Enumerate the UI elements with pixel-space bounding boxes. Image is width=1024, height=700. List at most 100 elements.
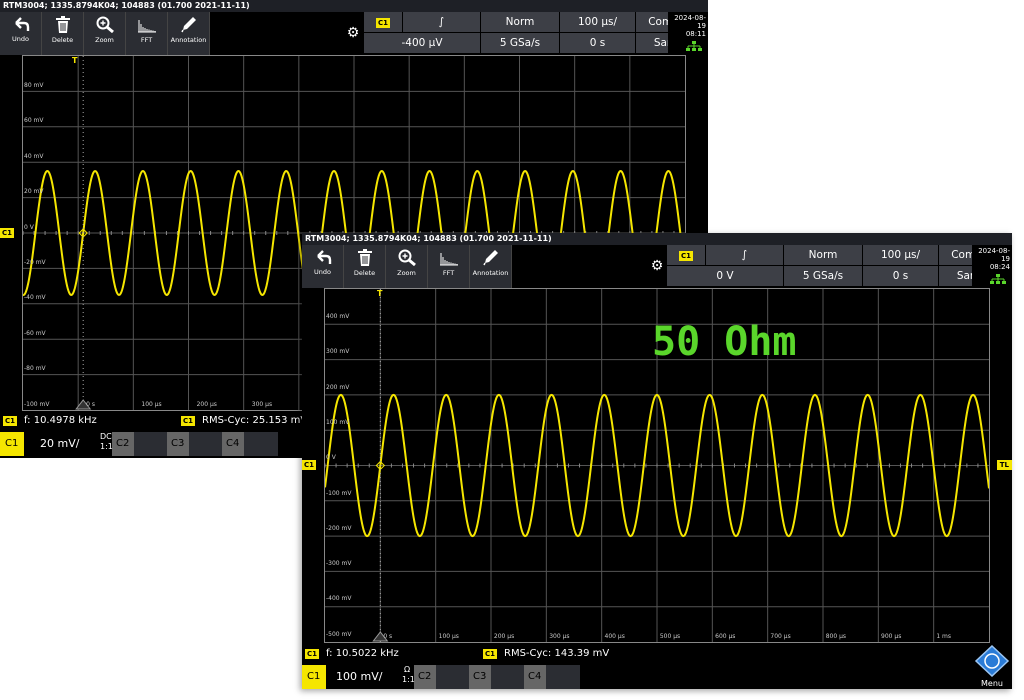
- settings-gear-icon[interactable]: ⚙: [344, 12, 362, 55]
- channel-4-spacer: [244, 432, 278, 456]
- rms-measurement[interactable]: RMS-Cyc: 25.153 mV: [202, 412, 307, 430]
- y-axis-label: 400 mV: [326, 313, 350, 320]
- time: 08:11: [685, 30, 706, 38]
- channel-1-button[interactable]: C1: [302, 665, 326, 689]
- horizontal-position[interactable]: 0 s: [863, 266, 938, 286]
- zoom-button[interactable]: Zoom: [84, 12, 126, 55]
- date: 2024-08-19: [978, 247, 1010, 263]
- y-axis-label: -60 mV: [24, 329, 46, 337]
- toolbar: Undo Delete Zoom FFT Annotation: [0, 12, 210, 55]
- y-axis-label: 80 mV: [24, 82, 44, 89]
- sample-rate[interactable]: 5 GSa/s: [481, 33, 559, 53]
- trigger-level[interactable]: -400 µV: [364, 33, 480, 53]
- y-axis-label: -200 mV: [326, 524, 352, 532]
- annotation-button[interactable]: Annotation: [168, 12, 210, 55]
- channel-bar: C1 100 mV/ Ω 1:1 C2 C3 C4: [302, 665, 580, 689]
- zoom-label: Zoom: [397, 269, 416, 277]
- fft-button[interactable]: FFT: [126, 12, 168, 55]
- delete-button[interactable]: Delete: [344, 245, 386, 288]
- frequency-measurement[interactable]: f: 10.4978 kHz: [24, 412, 97, 430]
- annotation-label: Annotation: [472, 269, 509, 277]
- x-axis-label: 0 s: [383, 633, 393, 640]
- x-axis-label: 600 µs: [715, 633, 736, 640]
- fft-label: FFT: [140, 36, 153, 44]
- y-axis-label: -100 mV: [326, 489, 352, 497]
- pencil-icon: [180, 17, 196, 33]
- channel-1-scale[interactable]: 20 mV/ DC 1:1: [24, 432, 113, 456]
- trigger-slope[interactable]: ∫: [706, 245, 783, 265]
- x-axis-label: 100 µs: [141, 401, 162, 408]
- channel-2-spacer: [436, 665, 469, 689]
- clock: 2024-08-19 08:11: [668, 12, 708, 55]
- y-axis-label: -400 mV: [326, 595, 352, 603]
- y-axis-label: 100 mV: [326, 418, 350, 426]
- undo-button[interactable]: Undo: [302, 245, 344, 288]
- meas-channel-2: C1: [181, 416, 196, 426]
- channel-1-marker[interactable]: C1: [0, 228, 15, 238]
- overlay-annotation[interactable]: 50 Ohm: [652, 319, 797, 365]
- trigger-mode[interactable]: Norm: [481, 12, 559, 32]
- y-axis-label: 0 V: [326, 454, 336, 462]
- trigger-level[interactable]: 0 V: [667, 266, 783, 286]
- settings-gear-icon[interactable]: ⚙: [648, 245, 666, 288]
- channel-2-button[interactable]: C2: [414, 665, 436, 689]
- trash-icon: [357, 249, 372, 266]
- y-axis-label: -500 mV: [326, 630, 352, 638]
- rs-logo-icon: [974, 645, 1010, 677]
- channel-1-scale-value: 20 mV/: [40, 437, 80, 450]
- timebase[interactable]: 100 µs/: [863, 245, 938, 265]
- channel-2-button[interactable]: C2: [112, 432, 134, 456]
- channel-2-spacer: [134, 432, 167, 456]
- fft-button[interactable]: FFT: [428, 245, 470, 288]
- trigger-slope[interactable]: ∫: [403, 12, 480, 32]
- frequency-measurement[interactable]: f: 10.5022 kHz: [326, 645, 399, 663]
- zoom-icon: [398, 249, 416, 266]
- meas-channel-2: C1: [483, 649, 498, 659]
- zoom-label: Zoom: [95, 36, 114, 44]
- channel-3-button[interactable]: C3: [167, 432, 189, 456]
- rms-measurement[interactable]: RMS-Cyc: 143.39 mV: [504, 645, 609, 663]
- trigger-level-marker[interactable]: TL: [996, 460, 1012, 470]
- trigger-mode[interactable]: Norm: [784, 245, 862, 265]
- y-axis-label: 300 mV: [326, 348, 350, 356]
- channel-1-button[interactable]: C1: [0, 432, 24, 456]
- scope-window-2: RTM3004; 1335.8794K04; 104883 (01.700 20…: [302, 233, 1012, 689]
- trigger-position-marker[interactable]: T: [377, 289, 382, 298]
- zoom-button[interactable]: Zoom: [386, 245, 428, 288]
- channel-4-button[interactable]: C4: [222, 432, 244, 456]
- channel-1-marker[interactable]: C1: [302, 460, 317, 470]
- network-icon: [686, 41, 702, 51]
- trigger-position-marker[interactable]: T: [72, 56, 77, 65]
- menu-button[interactable]: Menu: [972, 643, 1012, 689]
- timebase[interactable]: 100 µs/: [560, 12, 635, 32]
- acquisition-settings: C1 ∫ Norm 100 µs/ Complete -400 µV 5 GSa…: [364, 12, 708, 55]
- annotation-label: Annotation: [170, 36, 207, 44]
- channel-3-button[interactable]: C3: [469, 665, 491, 689]
- menu-label: Menu: [981, 679, 1003, 688]
- y-axis-label: 20 mV: [24, 188, 44, 196]
- channel-4-spacer: [546, 665, 580, 689]
- channel-3-spacer: [491, 665, 524, 689]
- channel-4-button[interactable]: C4: [524, 665, 546, 689]
- meas-channel: C1: [305, 649, 320, 659]
- clock: 2024-08-19 08:24: [972, 245, 1012, 288]
- sample-rate[interactable]: 5 GSa/s: [784, 266, 862, 286]
- y-axis-label: 200 mV: [326, 383, 350, 391]
- undo-icon: [316, 250, 331, 264]
- trigger-source[interactable]: C1: [364, 12, 402, 32]
- x-axis-label: 200 µs: [493, 633, 515, 640]
- horizontal-position[interactable]: 0 s: [560, 33, 635, 53]
- delete-button[interactable]: Delete: [42, 12, 84, 55]
- probe-ratio: 1:1: [402, 675, 415, 684]
- undo-label: Undo: [314, 268, 331, 276]
- trigger-source[interactable]: C1: [667, 245, 705, 265]
- zoom-icon: [96, 16, 114, 33]
- channel-1-scale-value: 100 mV/: [336, 670, 383, 683]
- fft-icon: [137, 20, 156, 33]
- channel-1-scale[interactable]: 100 mV/ Ω 1:1: [326, 665, 415, 689]
- undo-button[interactable]: Undo: [0, 12, 42, 55]
- x-axis-label: 900 µs: [881, 633, 902, 640]
- time: 08:24: [989, 263, 1010, 271]
- x-axis-label: 300 µs: [549, 633, 570, 640]
- annotation-button[interactable]: Annotation: [470, 245, 512, 288]
